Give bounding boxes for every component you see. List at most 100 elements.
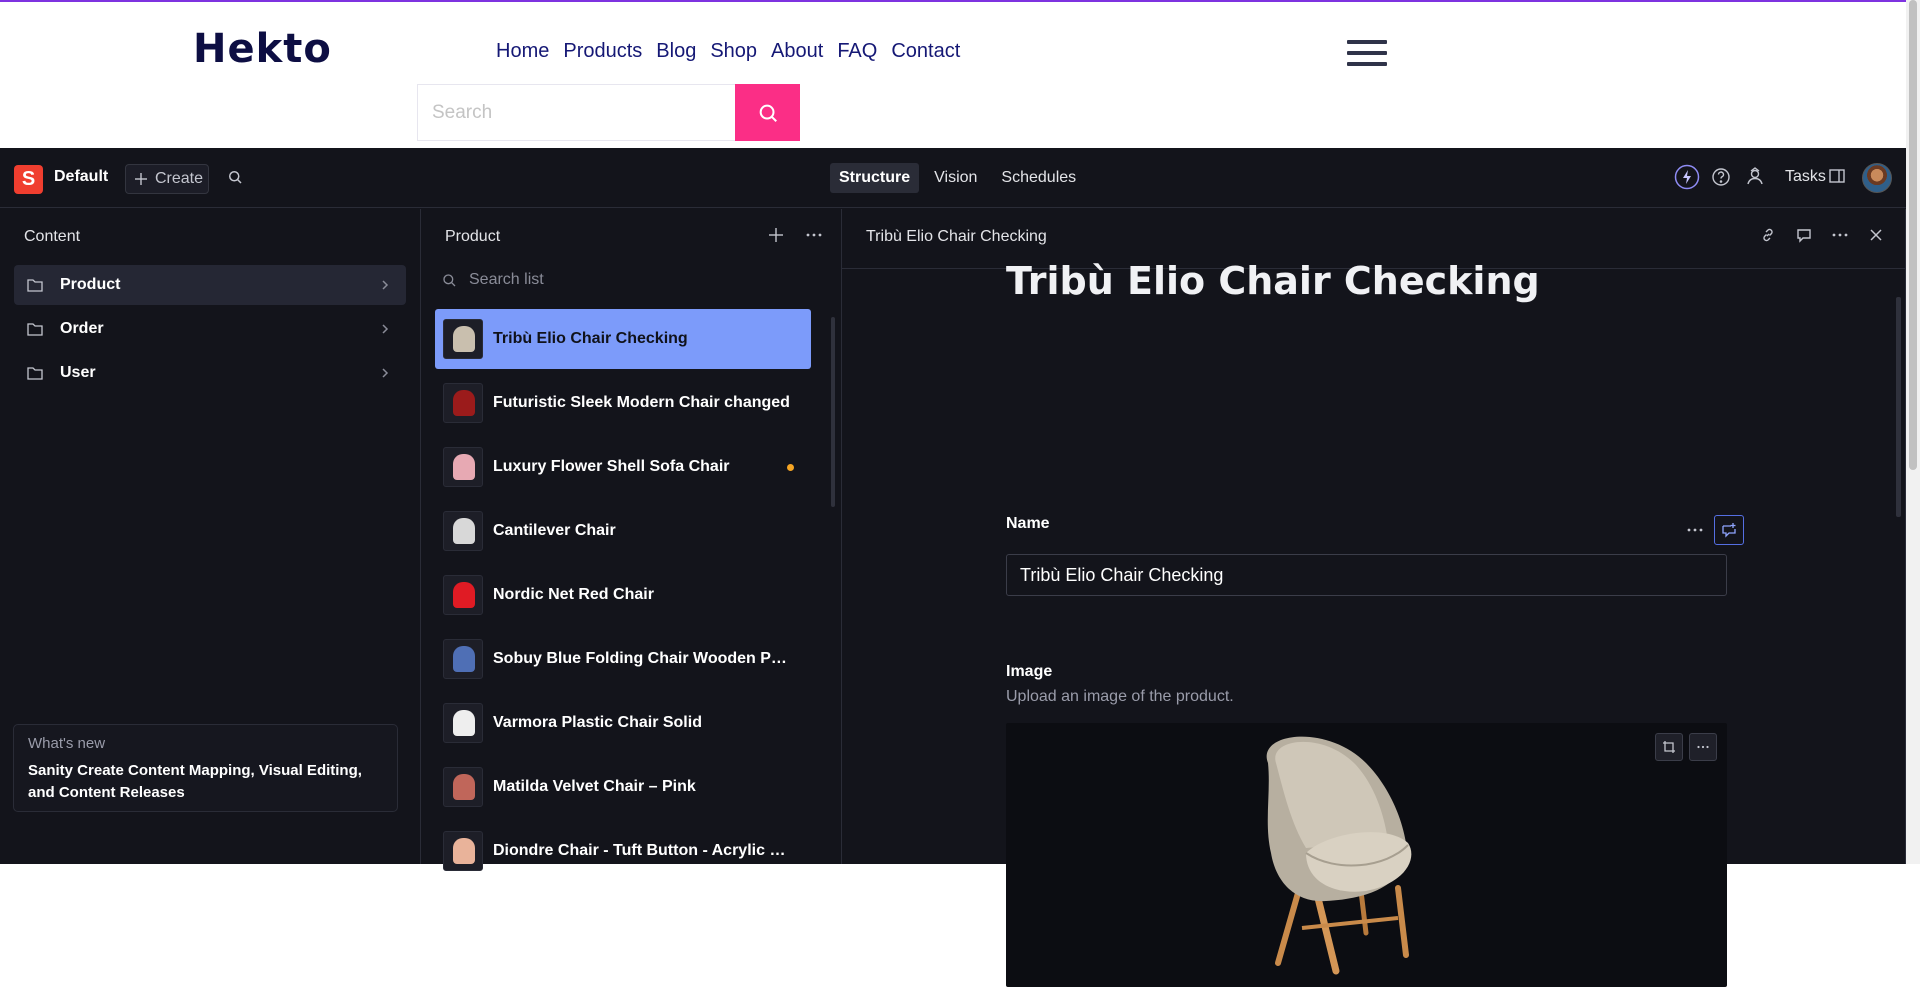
document-thumbnail bbox=[443, 511, 483, 551]
link-icon[interactable] bbox=[1759, 226, 1777, 244]
tab-schedules[interactable]: Schedules bbox=[992, 163, 1085, 193]
plus-icon[interactable] bbox=[767, 226, 785, 244]
nav-home[interactable]: Home bbox=[496, 40, 549, 63]
nav-contact[interactable]: Contact bbox=[891, 40, 960, 63]
global-search-button[interactable] bbox=[226, 168, 244, 191]
tasks-label: Tasks bbox=[1785, 168, 1826, 185]
document-thumbnail bbox=[443, 447, 483, 487]
studio-logo[interactable]: S bbox=[14, 165, 43, 194]
name-field-label: Name bbox=[1006, 515, 1050, 532]
document-list: Tribù Elio Chair Checking Futuristic Slee… bbox=[435, 309, 811, 885]
hamburger-menu-icon[interactable] bbox=[1347, 40, 1387, 66]
site-logo[interactable]: Hekto bbox=[193, 26, 332, 72]
image-field-label: Image bbox=[1006, 663, 1053, 680]
list-scrollbar[interactable] bbox=[831, 317, 835, 507]
document-list-item[interactable]: Matilda Velvet Chair – Pink bbox=[435, 757, 811, 817]
content-item-label: Product bbox=[60, 276, 121, 293]
nav-faq[interactable]: FAQ bbox=[837, 40, 877, 63]
help-icon bbox=[1712, 168, 1730, 186]
sanity-studio: S Default Create Structure Vision Schedu… bbox=[0, 148, 1920, 987]
document-scrollbar[interactable] bbox=[1896, 297, 1901, 517]
help-button[interactable] bbox=[1710, 164, 1732, 190]
content-item-label: User bbox=[60, 364, 96, 381]
nav-shop[interactable]: Shop bbox=[710, 40, 757, 63]
lightning-icon bbox=[1674, 164, 1700, 190]
studio-tabs: Structure Vision Schedules bbox=[830, 163, 1085, 193]
site-nav: Home Products Blog Shop About FAQ Contac… bbox=[496, 40, 960, 63]
list-search[interactable]: Search list bbox=[441, 271, 544, 289]
document-list-item[interactable]: Tribù Elio Chair Checking bbox=[435, 309, 811, 369]
tasks-button[interactable]: Tasks bbox=[1785, 168, 1826, 186]
document-list-item[interactable]: Diondre Chair - Tuft Button - Acrylic Le… bbox=[435, 821, 811, 881]
add-comment-button[interactable] bbox=[1714, 515, 1744, 545]
site-search bbox=[417, 84, 735, 141]
search-icon bbox=[229, 171, 242, 184]
document-list-item[interactable]: Sobuy Blue Folding Chair Wooden Pad... bbox=[435, 629, 811, 689]
content-item-product[interactable]: Product bbox=[14, 265, 406, 305]
more-icon[interactable] bbox=[1686, 521, 1704, 539]
folder-icon bbox=[27, 323, 43, 336]
name-field-tools bbox=[1686, 515, 1744, 545]
document-title: Nordic Net Red Chair bbox=[493, 586, 654, 603]
page-scrollbar[interactable] bbox=[1906, 0, 1920, 864]
folder-icon bbox=[27, 367, 43, 380]
folder-icon bbox=[27, 279, 43, 292]
site-search-button[interactable] bbox=[735, 84, 800, 141]
presence-icon bbox=[1747, 167, 1763, 185]
site-header: Hekto Home Products Blog Shop About FAQ … bbox=[0, 0, 1906, 148]
document-list-item[interactable]: Varmora Plastic Chair Solid bbox=[435, 693, 811, 753]
document-list-item[interactable]: Luxury Flower Shell Sofa Chair bbox=[435, 437, 811, 497]
content-item-label: Order bbox=[60, 320, 104, 337]
product-image[interactable] bbox=[1006, 723, 1727, 987]
close-icon[interactable] bbox=[1867, 226, 1885, 244]
product-pane: Product Search list Tribù Elio Chair Che… bbox=[421, 209, 842, 871]
presence-button[interactable] bbox=[1744, 164, 1766, 190]
comment-icon[interactable] bbox=[1795, 226, 1813, 244]
name-input[interactable]: Tribù Elio Chair Checking bbox=[1006, 554, 1727, 596]
tab-vision[interactable]: Vision bbox=[925, 163, 986, 193]
content-pane-title: Content bbox=[24, 228, 81, 245]
nav-about[interactable]: About bbox=[771, 40, 823, 63]
whats-new-text: Sanity Create Content Mapping, Visual Ed… bbox=[28, 762, 362, 801]
document-title: Futuristic Sleek Modern Chair changed bbox=[493, 394, 790, 411]
crop-button[interactable] bbox=[1655, 733, 1683, 761]
panel-toggle[interactable] bbox=[1828, 167, 1846, 185]
document-list-item[interactable]: Cantilever Chair bbox=[435, 501, 811, 561]
lightning-button[interactable] bbox=[1674, 164, 1700, 190]
content-item-order[interactable]: Order bbox=[14, 309, 406, 349]
list-search-placeholder: Search list bbox=[469, 271, 544, 288]
document-list-item[interactable]: Futuristic Sleek Modern Chair changed bbox=[435, 373, 811, 433]
chevron-right-icon bbox=[382, 324, 389, 334]
content-item-user[interactable]: User bbox=[14, 353, 406, 393]
nav-products[interactable]: Products bbox=[563, 40, 642, 63]
plus-icon bbox=[135, 173, 147, 185]
search-icon bbox=[443, 274, 456, 287]
document-thumbnail bbox=[443, 767, 483, 807]
more-icon[interactable] bbox=[805, 226, 823, 244]
document-list-item[interactable]: Nordic Net Red Chair bbox=[435, 565, 811, 625]
document-header-title: Tribù Elio Chair Checking bbox=[866, 228, 1047, 245]
chevron-right-icon bbox=[382, 368, 389, 378]
document-title: Diondre Chair - Tuft Button - Acrylic Le… bbox=[493, 842, 793, 859]
nav-blog[interactable]: Blog bbox=[656, 40, 696, 63]
image-more-button[interactable] bbox=[1689, 733, 1717, 761]
document-title: Tribù Elio Chair Checking bbox=[493, 330, 688, 347]
whats-new-card[interactable]: What's new Sanity Create Content Mapping… bbox=[13, 724, 398, 812]
document-thumbnail bbox=[443, 319, 483, 359]
whats-new-kicker: What's new bbox=[28, 735, 106, 752]
site-search-input[interactable] bbox=[418, 85, 735, 140]
tab-structure[interactable]: Structure bbox=[830, 163, 920, 193]
more-icon bbox=[1697, 745, 1709, 749]
document-thumbnail bbox=[443, 575, 483, 615]
product-pane-actions bbox=[767, 226, 823, 244]
crop-icon bbox=[1663, 741, 1675, 753]
document-title: Sobuy Blue Folding Chair Wooden Pad... bbox=[493, 650, 793, 667]
page-scrollbar-thumb[interactable] bbox=[1909, 0, 1917, 470]
image-field-description: Upload an image of the product. bbox=[1006, 688, 1234, 705]
document-thumbnail bbox=[443, 383, 483, 423]
create-button[interactable]: Create bbox=[125, 164, 209, 194]
document-thumbnail bbox=[443, 703, 483, 743]
user-avatar[interactable] bbox=[1862, 163, 1892, 193]
workspace-name[interactable]: Default bbox=[54, 168, 108, 186]
more-icon[interactable] bbox=[1831, 226, 1849, 244]
